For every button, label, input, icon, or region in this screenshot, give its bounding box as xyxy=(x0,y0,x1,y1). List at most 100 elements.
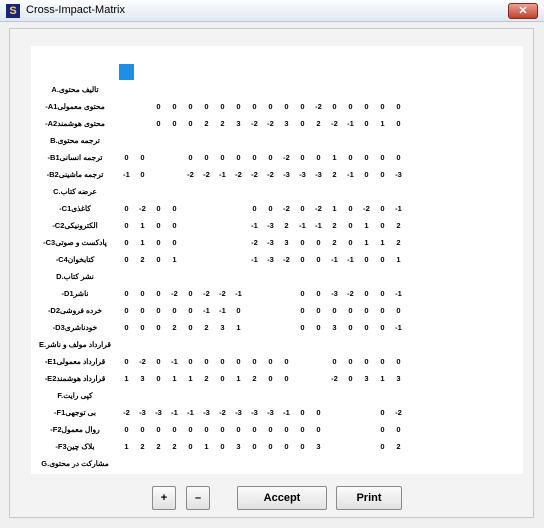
impact-value-cell[interactable]: 1 xyxy=(327,200,342,216)
impact-value-cell[interactable]: 2 xyxy=(279,217,294,233)
impact-value-cell[interactable]: 1 xyxy=(119,370,134,386)
column-header[interactable] xyxy=(231,47,246,63)
close-button[interactable]: ✕ xyxy=(508,3,538,19)
impact-value-cell[interactable]: -1 xyxy=(199,302,214,318)
impact-value-cell[interactable]: -1 xyxy=(311,217,326,233)
impact-value-cell[interactable]: -1 xyxy=(183,404,198,420)
impact-value-cell[interactable]: 0 xyxy=(151,472,166,474)
impact-value-cell[interactable]: 3 xyxy=(391,370,406,386)
impact-value-cell[interactable]: 2 xyxy=(391,217,406,233)
impact-value-cell[interactable]: 3 xyxy=(231,115,246,131)
impact-value-cell[interactable]: 0 xyxy=(183,285,198,301)
column-header[interactable] xyxy=(151,47,166,63)
impact-value-cell[interactable]: 1 xyxy=(327,149,342,165)
impact-value-cell[interactable]: 1 xyxy=(375,234,390,250)
impact-value-cell[interactable]: 0 xyxy=(311,472,326,474)
impact-value-cell[interactable]: 0 xyxy=(231,472,246,474)
impact-value-cell[interactable]: 0 xyxy=(183,149,198,165)
impact-value-cell[interactable]: 0 xyxy=(343,353,358,369)
impact-value-cell[interactable]: 0 xyxy=(375,319,390,335)
impact-value-cell[interactable]: 0 xyxy=(375,217,390,233)
impact-value-cell[interactable]: -1 xyxy=(391,200,406,216)
impact-value-cell[interactable]: 0 xyxy=(375,251,390,267)
impact-value-cell[interactable]: 0 xyxy=(151,302,166,318)
impact-value-cell[interactable]: 0 xyxy=(119,251,134,267)
impact-value-cell[interactable]: -2 xyxy=(359,200,374,216)
impact-value-cell[interactable]: 0 xyxy=(279,98,294,114)
impact-value-cell[interactable]: -3 xyxy=(263,251,278,267)
impact-value-cell[interactable]: -2 xyxy=(279,200,294,216)
impact-value-cell[interactable]: -2 xyxy=(263,115,278,131)
impact-value-cell[interactable]: 0 xyxy=(375,200,390,216)
impact-value-cell[interactable]: 0 xyxy=(391,115,406,131)
column-header[interactable] xyxy=(311,47,326,63)
add-button[interactable]: + xyxy=(152,486,176,510)
impact-value-cell[interactable]: -1 xyxy=(119,166,134,182)
impact-value-cell[interactable]: 1 xyxy=(167,370,182,386)
column-header[interactable] xyxy=(199,47,214,63)
impact-value-cell[interactable]: 0 xyxy=(375,353,390,369)
impact-value-cell[interactable]: 0 xyxy=(151,217,166,233)
impact-value-cell[interactable]: -2 xyxy=(247,166,262,182)
impact-value-cell[interactable]: 0 xyxy=(375,149,390,165)
impact-value-cell[interactable]: 0 xyxy=(279,370,294,386)
impact-value-cell[interactable]: 1 xyxy=(119,438,134,454)
impact-value-cell[interactable]: 0 xyxy=(295,115,310,131)
impact-value-cell[interactable]: 1 xyxy=(375,370,390,386)
impact-value-cell[interactable]: 0 xyxy=(391,353,406,369)
impact-value-cell[interactable]: -2 xyxy=(327,115,342,131)
impact-value-cell[interactable]: 2 xyxy=(215,115,230,131)
impact-value-cell[interactable]: 0 xyxy=(151,200,166,216)
impact-value-cell[interactable]: 0 xyxy=(119,149,134,165)
impact-value-cell[interactable]: 0 xyxy=(167,200,182,216)
column-header[interactable] xyxy=(279,47,294,63)
impact-value-cell[interactable]: 0 xyxy=(151,421,166,437)
impact-value-cell[interactable]: -2 xyxy=(183,166,198,182)
impact-value-cell[interactable]: 0 xyxy=(311,319,326,335)
impact-value-cell[interactable]: 2 xyxy=(135,438,150,454)
impact-value-cell[interactable]: -1 xyxy=(343,115,358,131)
impact-value-cell[interactable]: -2 xyxy=(247,115,262,131)
impact-value-cell[interactable]: 2 xyxy=(327,217,342,233)
impact-value-cell[interactable]: 0 xyxy=(343,302,358,318)
impact-value-cell[interactable]: -1 xyxy=(167,404,182,420)
impact-value-cell[interactable]: 0 xyxy=(119,285,134,301)
impact-value-cell[interactable]: 0 xyxy=(151,98,166,114)
impact-value-cell[interactable]: 1 xyxy=(135,217,150,233)
impact-value-cell[interactable]: -2 xyxy=(199,285,214,301)
impact-value-cell[interactable]: 0 xyxy=(215,438,230,454)
impact-value-cell[interactable]: 3 xyxy=(279,234,294,250)
impact-value-cell[interactable]: 1 xyxy=(375,115,390,131)
impact-value-cell[interactable]: 0 xyxy=(311,302,326,318)
column-header[interactable] xyxy=(327,47,342,63)
impact-value-cell[interactable]: 1 xyxy=(359,217,374,233)
impact-value-cell[interactable]: 0 xyxy=(359,472,374,474)
column-header[interactable] xyxy=(135,47,150,63)
impact-value-cell[interactable]: 0 xyxy=(343,217,358,233)
impact-value-cell[interactable]: 0 xyxy=(135,302,150,318)
accept-button[interactable]: Accept xyxy=(237,486,327,510)
impact-value-cell[interactable]: 0 xyxy=(295,200,310,216)
impact-value-cell[interactable]: 0 xyxy=(151,370,166,386)
impact-value-cell[interactable]: -1 xyxy=(215,166,230,182)
impact-value-cell[interactable]: -2 xyxy=(135,353,150,369)
impact-value-cell[interactable]: 2 xyxy=(167,438,182,454)
impact-value-cell[interactable]: 0 xyxy=(247,438,262,454)
impact-value-cell[interactable]: 0 xyxy=(343,234,358,250)
impact-value-cell[interactable]: 0 xyxy=(295,98,310,114)
impact-value-cell[interactable]: 0 xyxy=(263,149,278,165)
impact-value-cell[interactable]: 0 xyxy=(295,421,310,437)
impact-value-cell[interactable]: -3 xyxy=(231,404,246,420)
impact-value-cell[interactable]: 0 xyxy=(295,438,310,454)
impact-value-cell[interactable]: 0 xyxy=(183,472,198,474)
impact-value-cell[interactable]: 0 xyxy=(359,166,374,182)
impact-value-cell[interactable]: 0 xyxy=(247,149,262,165)
impact-value-cell[interactable]: 0 xyxy=(375,404,390,420)
impact-value-cell[interactable]: 0 xyxy=(183,353,198,369)
impact-value-cell[interactable]: -3 xyxy=(263,217,278,233)
impact-value-cell[interactable]: 0 xyxy=(119,472,134,474)
impact-value-cell[interactable]: 0 xyxy=(167,421,182,437)
impact-value-cell[interactable]: -2 xyxy=(279,251,294,267)
impact-value-cell[interactable]: 0 xyxy=(375,302,390,318)
impact-value-cell[interactable]: 0 xyxy=(359,115,374,131)
